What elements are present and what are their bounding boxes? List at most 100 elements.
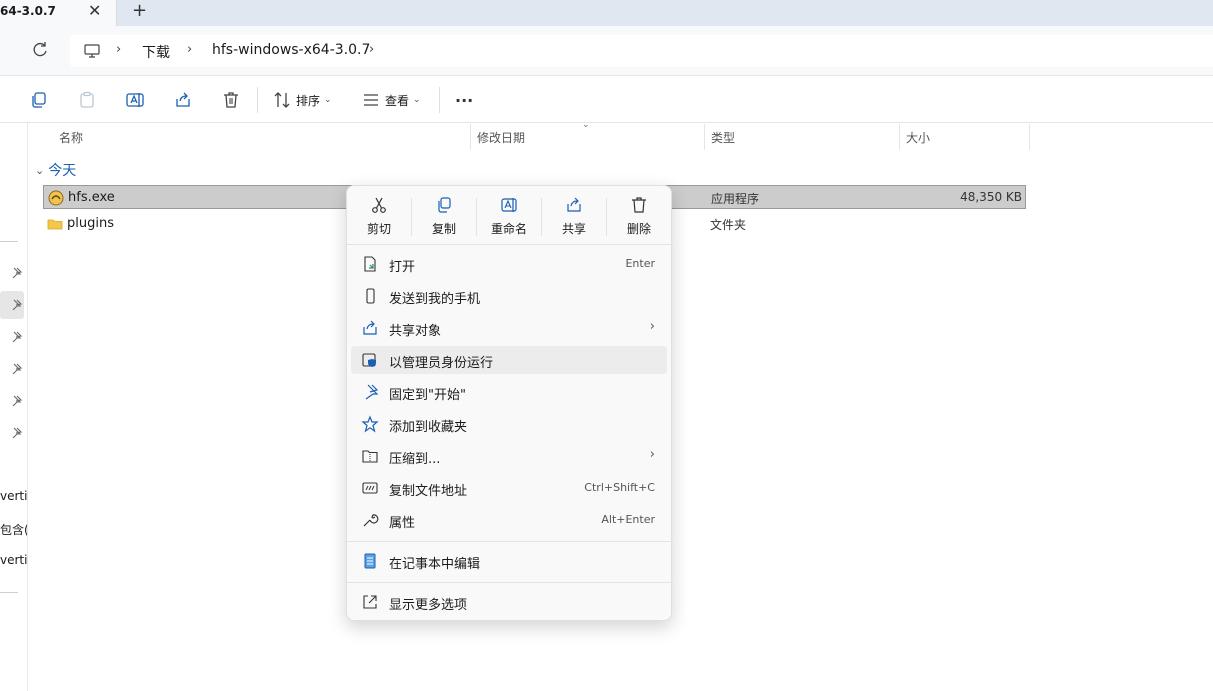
view-icon bbox=[364, 94, 378, 106]
phone-icon bbox=[366, 288, 375, 304]
view-button[interactable]: 查看 ⌄ bbox=[361, 89, 421, 111]
menu-item-send-to-phone[interactable]: 发送到我的手机 bbox=[351, 282, 667, 310]
navigation-pane: vertis 包含( vertis bbox=[0, 123, 28, 691]
pin-icon bbox=[12, 299, 22, 311]
rename-button[interactable]: 重命名 bbox=[480, 196, 538, 240]
nav-divider bbox=[0, 592, 18, 593]
nav-item-label[interactable]: vertis bbox=[0, 553, 27, 567]
context-menu: 剪切 复制 重命名 共享 删除 打开 Enter 发送到我的手机 共享对象 › … bbox=[346, 185, 673, 621]
file-type: 文件夹 bbox=[710, 218, 747, 232]
admin-shield-icon bbox=[362, 353, 376, 367]
nav-item-label[interactable]: 包含( bbox=[0, 521, 27, 538]
column-header-name[interactable]: 名称 bbox=[59, 129, 83, 146]
pin-icon bbox=[12, 363, 22, 375]
rename-label: 重命名 bbox=[490, 222, 527, 236]
menu-item-share-with[interactable]: 共享对象 › bbox=[351, 314, 667, 342]
menu-item-show-more[interactable]: 显示更多选项 bbox=[351, 588, 667, 616]
chevron-right-icon[interactable]: › bbox=[116, 42, 121, 57]
menu-item-run-as-admin[interactable]: 以管理员身份运行 bbox=[351, 346, 667, 374]
file-type: 应用程序 bbox=[711, 192, 760, 206]
share-label: 共享 bbox=[561, 222, 586, 236]
menu-item-label: 复制文件地址 bbox=[389, 484, 468, 499]
column-separator[interactable] bbox=[899, 124, 900, 150]
command-bar: 排序 ⌄ 查看 ⌄ ··· bbox=[0, 77, 1213, 123]
copy-icon[interactable] bbox=[29, 90, 49, 110]
rename-icon[interactable] bbox=[125, 90, 145, 110]
menu-item-label: 固定到"开始" bbox=[389, 388, 466, 403]
copy-label: 复制 bbox=[431, 222, 456, 236]
menu-item-label: 添加到收藏夹 bbox=[389, 420, 468, 435]
wrench-icon bbox=[363, 514, 379, 527]
copy-icon bbox=[438, 197, 451, 213]
chevron-down-icon: ⌄ bbox=[413, 95, 421, 105]
file-name: hfs.exe bbox=[68, 190, 115, 205]
menu-item-copy-path[interactable]: 复制文件地址 Ctrl+Shift+C bbox=[351, 474, 667, 502]
rename-icon bbox=[501, 198, 517, 212]
copy-button[interactable]: 复制 bbox=[415, 196, 473, 240]
menu-item-pin-to-start[interactable]: 固定到"开始" bbox=[351, 378, 667, 406]
menu-item-label: 共享对象 bbox=[389, 324, 442, 339]
menu-item-edit-notepad[interactable]: 在记事本中编辑 bbox=[351, 547, 667, 575]
scissors-icon bbox=[372, 197, 386, 213]
share-icon bbox=[363, 320, 377, 335]
cut-button[interactable]: 剪切 bbox=[350, 196, 408, 240]
column-header-size[interactable]: 大小 bbox=[906, 129, 930, 146]
menu-item-add-favorite[interactable]: 添加到收藏夹 bbox=[351, 410, 667, 438]
breadcrumb[interactable]: › 下载 › hfs-windows-x64-3.0.7 › bbox=[70, 35, 1213, 67]
column-separator[interactable] bbox=[470, 124, 471, 150]
column-separator[interactable] bbox=[704, 124, 705, 150]
chevron-right-icon[interactable]: › bbox=[369, 42, 374, 57]
menu-item-label: 压缩到... bbox=[389, 452, 441, 467]
chevron-right-icon: › bbox=[649, 319, 655, 334]
pin-icon bbox=[12, 427, 22, 439]
group-header-today[interactable]: ⌄ 今天 bbox=[35, 160, 76, 180]
sort-label: 排序 bbox=[296, 93, 321, 108]
delete-icon[interactable] bbox=[221, 90, 241, 110]
delete-button[interactable]: 删除 bbox=[610, 196, 668, 240]
breadcrumb-downloads[interactable]: 下载 bbox=[142, 42, 170, 62]
sort-button[interactable]: 排序 ⌄ bbox=[272, 89, 332, 111]
quick-actions: 剪切 复制 重命名 共享 删除 bbox=[347, 186, 673, 242]
menu-item-compress-to[interactable]: 压缩到... › bbox=[351, 442, 667, 470]
paste-icon bbox=[80, 91, 94, 108]
this-pc-icon[interactable] bbox=[83, 42, 101, 60]
menu-shortcut: Ctrl+Shift+C bbox=[584, 481, 655, 494]
trash-icon bbox=[632, 197, 646, 213]
share-icon bbox=[567, 197, 581, 212]
column-header-modified[interactable]: 修改日期 bbox=[477, 129, 525, 146]
menu-item-label: 发送到我的手机 bbox=[389, 292, 481, 307]
menu-item-open[interactable]: 打开 Enter bbox=[351, 250, 667, 278]
refresh-icon[interactable] bbox=[30, 40, 50, 60]
breadcrumb-folder[interactable]: hfs-windows-x64-3.0.7 bbox=[212, 42, 370, 58]
pin-icon bbox=[365, 384, 379, 400]
menu-item-label: 打开 bbox=[389, 260, 416, 275]
share-icon[interactable] bbox=[173, 90, 193, 110]
delete-label: 删除 bbox=[626, 222, 651, 236]
menu-divider bbox=[347, 582, 673, 583]
chevron-down-icon: ⌄ bbox=[324, 95, 332, 105]
copy-path-icon bbox=[362, 482, 378, 494]
column-header-type[interactable]: 类型 bbox=[711, 129, 735, 146]
menu-item-label: 以管理员身份运行 bbox=[389, 356, 494, 371]
star-icon bbox=[361, 415, 379, 433]
nav-item-label[interactable]: vertis bbox=[0, 489, 27, 503]
chevron-right-icon[interactable]: › bbox=[187, 42, 192, 57]
share-button[interactable]: 共享 bbox=[545, 196, 603, 240]
file-size: 48,350 KB bbox=[960, 190, 1022, 204]
nav-divider bbox=[0, 241, 18, 242]
toolbar-divider bbox=[439, 87, 440, 113]
close-tab-icon[interactable]: ✕ bbox=[88, 2, 101, 20]
open-file-icon bbox=[364, 256, 376, 272]
menu-item-label: 显示更多选项 bbox=[389, 598, 468, 613]
quick-action-divider bbox=[411, 198, 412, 236]
menu-item-properties[interactable]: 属性 Alt+Enter bbox=[351, 506, 667, 534]
column-separator[interactable] bbox=[1029, 124, 1030, 150]
sort-icon bbox=[274, 92, 290, 108]
tab-current[interactable]: 64-3.0.7 ✕ bbox=[0, 0, 117, 26]
pin-icon bbox=[12, 267, 22, 279]
chevron-down-icon: ⌄ bbox=[35, 163, 45, 177]
zip-folder-icon bbox=[362, 450, 378, 463]
more-options-button[interactable]: ··· bbox=[455, 89, 473, 111]
new-tab-button[interactable]: + bbox=[132, 1, 147, 21]
tab-strip: 64-3.0.7 ✕ + bbox=[0, 0, 1213, 26]
